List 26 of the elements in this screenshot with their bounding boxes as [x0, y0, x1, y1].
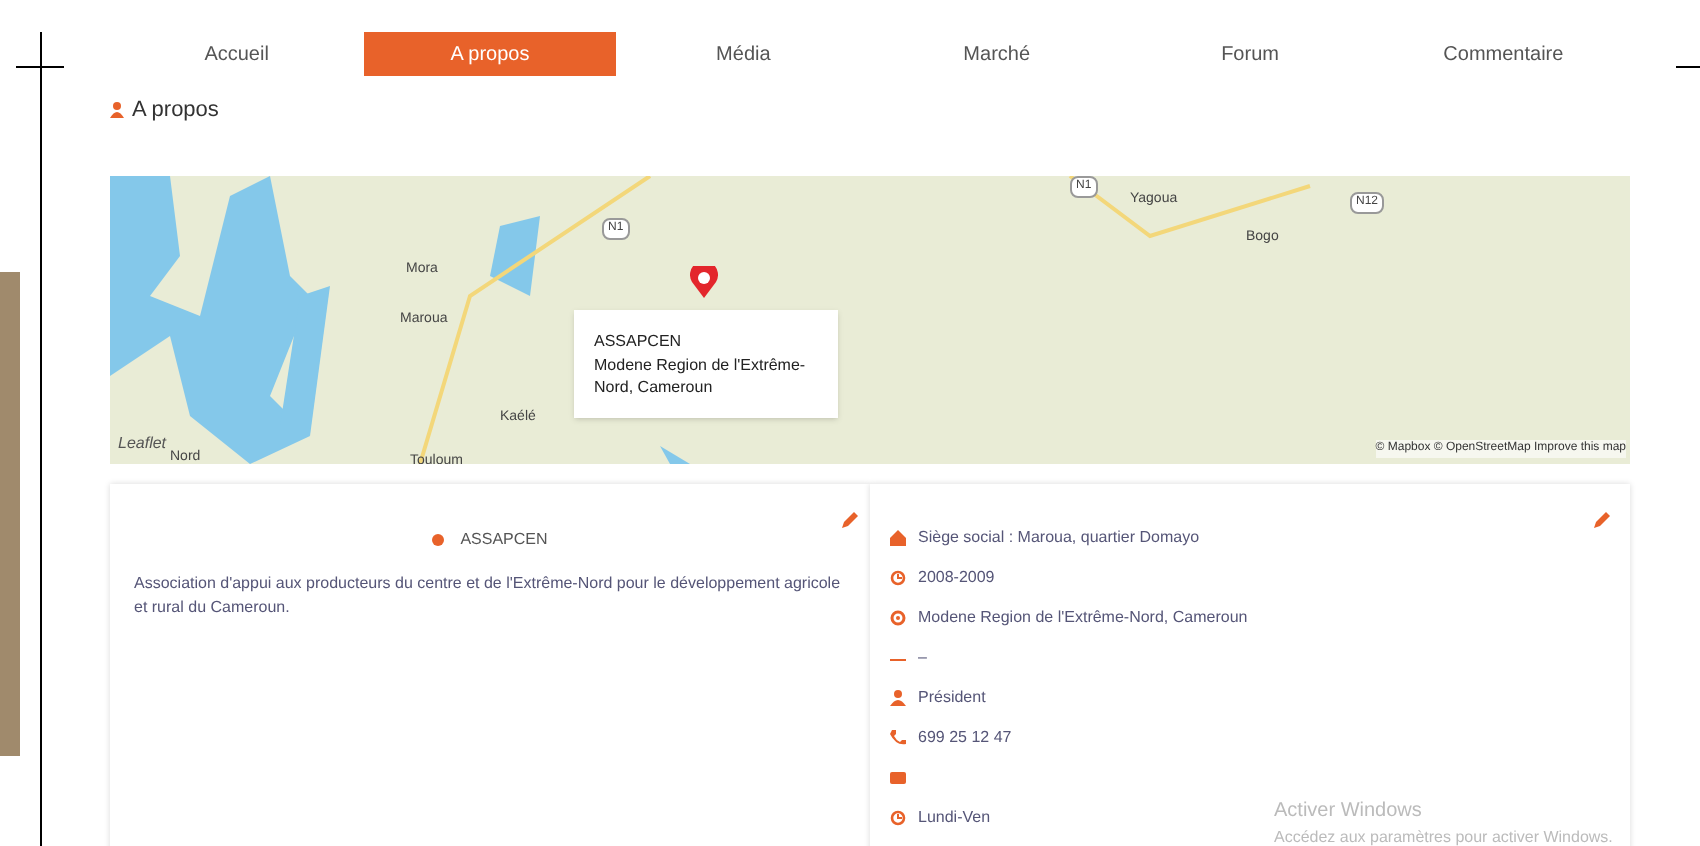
user-icon: [890, 690, 906, 706]
contact-text: Président: [918, 686, 986, 710]
about-description: Association d'appui aux producteurs du centre et de l'Extrême-Nord pour le développement agricole et rural du Cameroun.: [134, 572, 843, 620]
about-title: ASSAPCEN: [460, 528, 548, 552]
mail-icon: [890, 770, 906, 786]
contact-text: 699 25 12 47: [918, 726, 1012, 750]
clock-icon: [890, 810, 906, 826]
contact-text: Siège social : Maroua, quartier Domayo: [918, 526, 1200, 550]
contact-text: 2008-2009: [918, 566, 995, 590]
map-marker-icon[interactable]: [690, 266, 718, 298]
location-icon: [890, 610, 906, 626]
clock-icon: [890, 570, 906, 586]
contact-text: Modene Region de l'Extrême-Nord, Cameroun: [918, 606, 1248, 630]
pencil-icon[interactable]: [1594, 512, 1610, 528]
notice-text: Accédez aux paramètres pour activer Windows.: [1274, 826, 1613, 846]
contact-text: –: [918, 646, 927, 670]
popup-address: Modene Region de l'Extrême-Nord, Cameroun: [594, 354, 808, 398]
contact-text: Lundi-Ven: [918, 806, 991, 830]
popup-title: ASSAPCEN: [594, 330, 684, 354]
pencil-icon[interactable]: [842, 512, 858, 528]
phone-icon: [890, 730, 906, 746]
user-icon: [110, 102, 124, 118]
notice-title: Activer Windows: [1274, 798, 1424, 826]
home-icon: [890, 530, 906, 546]
section-title: A propos: [132, 95, 219, 126]
map-logo: Leaflet: [118, 432, 167, 456]
